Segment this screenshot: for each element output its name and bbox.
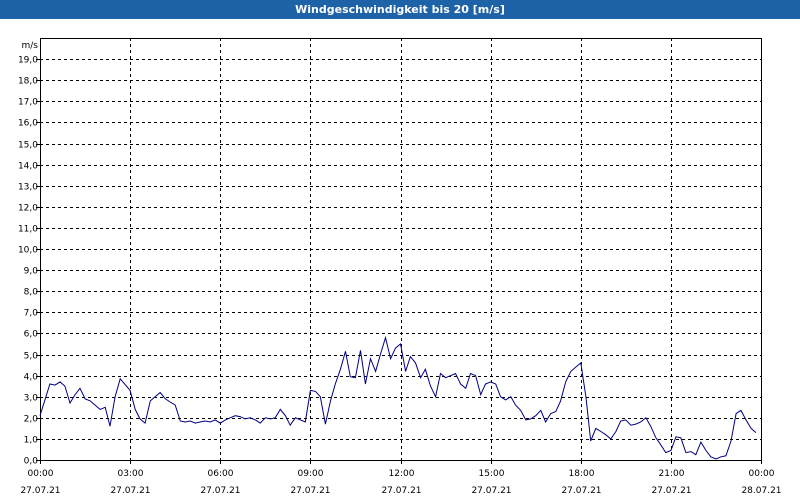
y-tick-label: 19,0 (18, 56, 38, 66)
x-tick-date-label: 27.07.21 (20, 486, 60, 496)
y-tick-label: 0,0 (24, 457, 39, 467)
y-tick-label: 15,0 (18, 141, 38, 151)
x-tick-time-label: 18:00 (569, 469, 595, 479)
y-tick-label: 3,0 (24, 394, 39, 404)
y-tick-label: 4,0 (24, 373, 39, 383)
y-tick-label: 1,0 (24, 436, 39, 446)
x-tick-time-label: 00:00 (749, 469, 775, 479)
wind-speed-chart: 0,0 1,0 2,0 3,0 4,0 5,0 6,0 7,0 8,0 9,0 10,0 11,0 12… (0, 19, 800, 500)
x-tick-date-label: 27.07.21 (200, 486, 240, 496)
y-tick-label: 11,0 (18, 225, 38, 235)
y-tick-label: 12,0 (18, 204, 38, 214)
chart-title: Windgeschwindigkeit bis 20 [m/s] (0, 0, 800, 19)
y-tick-label: 17,0 (18, 98, 38, 108)
y-tick-label: 8,0 (24, 288, 39, 298)
x-tick-time-label: 21:00 (659, 469, 685, 479)
x-tick-time-label: 03:00 (118, 469, 144, 479)
x-tick-date-label: 27.07.21 (561, 486, 601, 496)
y-tick-label: 6,0 (24, 330, 39, 340)
y-tick-label: 14,0 (18, 162, 38, 172)
y-tick-label: 10,0 (18, 246, 38, 256)
x-tick-date-label: 27.07.21 (471, 486, 511, 496)
x-tick-time-label: 00:00 (28, 469, 54, 479)
y-tick-label: 13,0 (18, 183, 38, 193)
x-tick-date-label: 27.07.21 (651, 486, 691, 496)
x-tick-date-label: 27.07.21 (381, 486, 421, 496)
y-tick-label: 7,0 (24, 309, 39, 319)
x-tick-date-label: 27.07.21 (290, 486, 330, 496)
y-tick-label: 5,0 (24, 352, 39, 362)
chart-background (0, 19, 800, 500)
x-tick-time-label: 15:00 (479, 469, 505, 479)
x-tick-time-label: 09:00 (298, 469, 324, 479)
y-tick-label: 18,0 (18, 77, 38, 87)
y-tick-label: 16,0 (18, 119, 38, 129)
x-tick-time-label: 12:00 (389, 469, 415, 479)
x-tick-time-label: 06:00 (208, 469, 234, 479)
y-tick-label: 9,0 (24, 267, 39, 277)
y-axis-unit: m/s (22, 41, 39, 51)
x-tick-date-label: 28.07.21 (741, 486, 781, 496)
x-tick-date-label: 27.07.21 (110, 486, 150, 496)
y-tick-label: 2,0 (24, 415, 39, 425)
